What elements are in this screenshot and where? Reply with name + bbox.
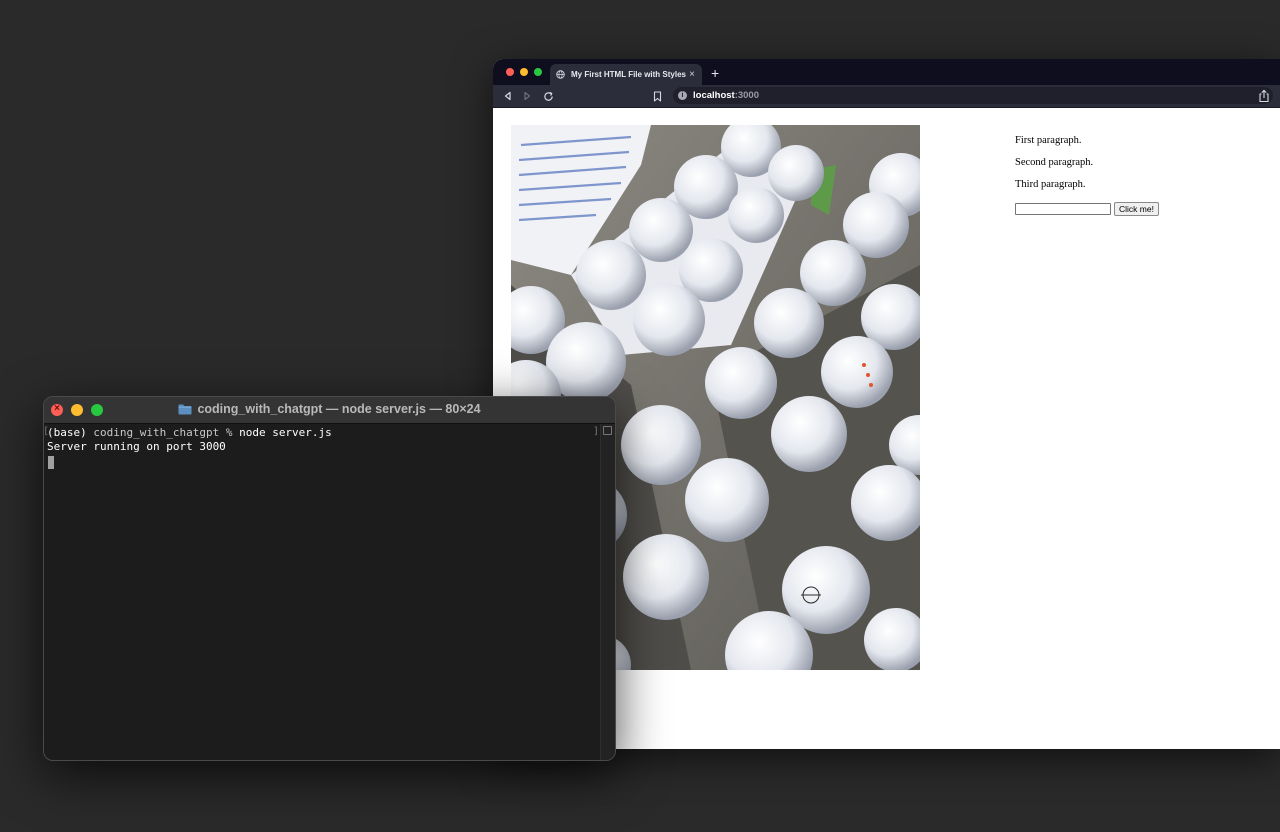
prompt-env: (base) (47, 426, 87, 439)
paragraph-3: Third paragraph. (1015, 179, 1086, 190)
url-port: :3000 (734, 90, 760, 101)
browser-nav-bar: i localhost :3000 (493, 85, 1280, 108)
forward-arrow-icon (524, 91, 531, 101)
terminal-scrollbar[interactable] (600, 424, 615, 760)
new-tab-button[interactable]: + (711, 64, 719, 82)
prompt-dir: coding_with_chatgpt % (86, 426, 240, 439)
paragraph-1: First paragraph. (1015, 135, 1082, 146)
terminal-line-cursor (47, 454, 600, 473)
browser-tab-bar: My First HTML File with Stylesh × + (493, 59, 1280, 85)
browser-traffic-lights (506, 68, 542, 76)
bookmark-button[interactable] (650, 89, 664, 103)
terminal-title-bar[interactable]: coding_with_chatgpt — node server.js — 8… (44, 397, 615, 424)
browser-tab-active[interactable]: My First HTML File with Stylesh × (550, 64, 702, 85)
tab-close-icon[interactable]: × (686, 69, 698, 80)
terminal-title: coding_with_chatgpt — node server.js — 8… (44, 402, 615, 416)
back-arrow-icon (504, 91, 511, 101)
terminal-window: coding_with_chatgpt — node server.js — 8… (43, 396, 616, 761)
text-input[interactable] (1015, 203, 1111, 215)
back-button[interactable] (501, 89, 515, 103)
reload-button[interactable] (541, 89, 555, 103)
site-info-icon[interactable]: i (678, 91, 687, 100)
terminal-line-prompt: (base) coding_with_chatgpt % node server… (47, 426, 600, 440)
paragraph-2: Second paragraph. (1015, 157, 1094, 168)
folder-icon (178, 404, 192, 415)
zoom-window-button[interactable] (534, 68, 542, 76)
tab-title: My First HTML File with Stylesh (571, 70, 686, 79)
bookmark-icon (653, 90, 661, 102)
terminal-output[interactable]: (base) coding_with_chatgpt % node server… (44, 424, 600, 760)
share-icon (1259, 89, 1269, 103)
minimize-window-button[interactable] (520, 68, 528, 76)
forward-button[interactable] (520, 89, 534, 103)
terminal-cursor (48, 456, 54, 469)
address-bar[interactable]: i localhost :3000 (673, 87, 1273, 104)
terminal-title-text: coding_with_chatgpt — node server.js — 8… (197, 402, 481, 416)
terminal-split-icon[interactable] (603, 426, 612, 435)
click-me-button[interactable]: Click me! (1114, 202, 1159, 216)
terminal-line-output: Server running on port 3000 (47, 440, 226, 453)
reload-icon (543, 91, 553, 101)
url-host: localhost (693, 90, 735, 101)
globe-icon (556, 70, 565, 79)
close-window-button[interactable] (506, 68, 514, 76)
share-button[interactable] (1258, 89, 1270, 103)
prompt-command: node server.js (239, 426, 332, 439)
desktop: My First HTML File with Stylesh × + i lo… (0, 0, 1280, 832)
page-form: Click me! (1015, 202, 1159, 216)
